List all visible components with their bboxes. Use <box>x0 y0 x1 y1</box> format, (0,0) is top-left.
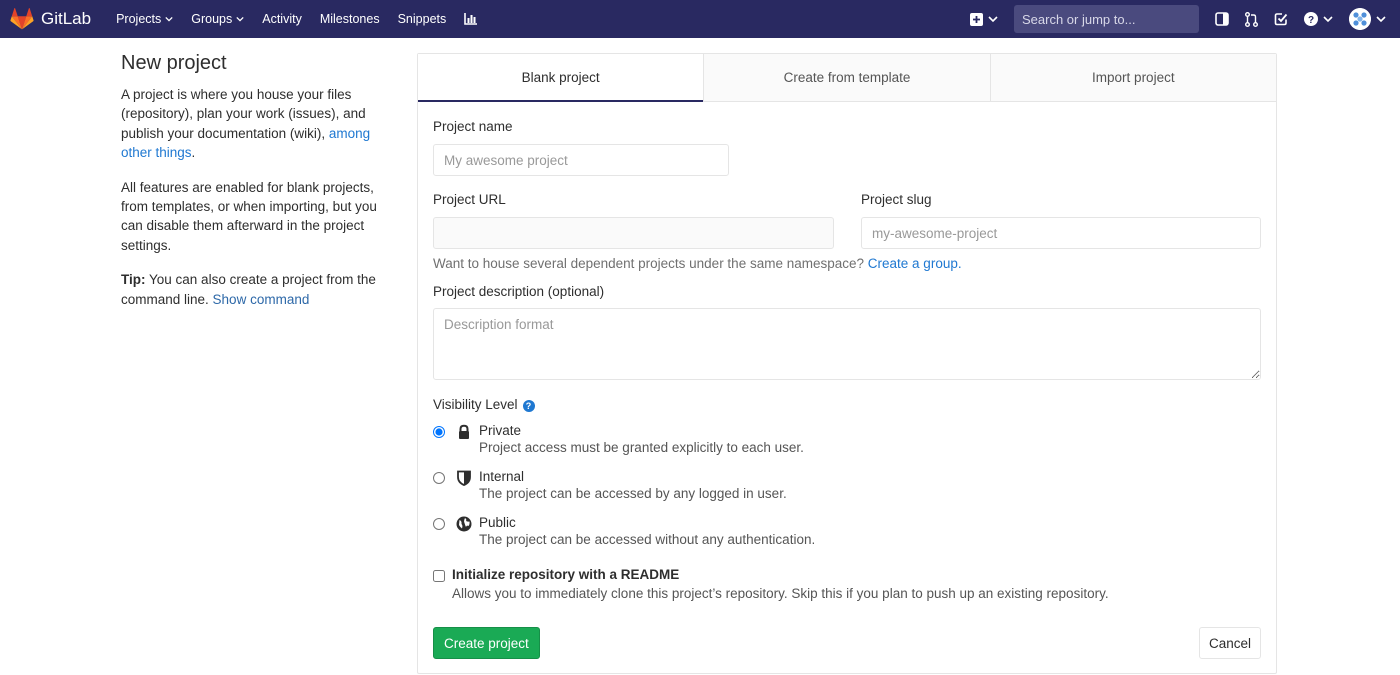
visibility-option-public: Public The project can be accessed witho… <box>433 515 1133 551</box>
visibility-label-text: Visibility Level <box>433 397 518 412</box>
readme-title: Initialize repository with a README <box>452 567 680 582</box>
namespace-help: Want to house several dependent projects… <box>433 256 962 271</box>
description-label: Project description (optional) <box>433 284 605 299</box>
sidebar-toggle[interactable] <box>1207 0 1237 38</box>
svg-text:?: ? <box>1308 15 1314 26</box>
lock-icon <box>459 424 469 439</box>
readme-desc: Allows you to immediately clone this pro… <box>452 586 1109 601</box>
project-slug-label: Project slug <box>861 192 932 207</box>
visibility-desc-private: Project access must be granted explicitl… <box>479 440 804 455</box>
nav-snippets[interactable]: Snippets <box>389 0 456 38</box>
project-tabs: Blank project Create from template Impor… <box>418 54 1276 102</box>
visibility-radio-public[interactable] <box>433 518 445 530</box>
nav-analytics[interactable] <box>455 0 486 38</box>
namespace-help-text: Want to house several dependent projects… <box>433 256 868 271</box>
show-command-link[interactable]: Show command <box>213 292 310 307</box>
top-navbar: GitLab Projects Groups Activity Mileston… <box>0 0 1400 38</box>
intro-tip: Tip: You can also create a project from … <box>121 270 381 309</box>
chart-icon <box>464 13 478 25</box>
intro-paragraph-1: A project is where you house your files … <box>121 85 381 163</box>
nav-projects[interactable]: Projects <box>107 0 182 38</box>
project-url-input[interactable] <box>433 217 834 249</box>
nav-groups[interactable]: Groups <box>182 0 253 38</box>
nav-activity[interactable]: Activity <box>253 0 311 38</box>
sidebar-toggle-icon <box>1215 12 1229 26</box>
nav-links: Projects Groups Activity Milestones Snip… <box>107 0 486 38</box>
todos-link[interactable] <box>1266 0 1296 38</box>
project-url-label: Project URL <box>433 192 506 207</box>
tab-blank-project[interactable]: Blank project <box>418 54 704 102</box>
tab-import-project[interactable]: Import project <box>989 54 1276 101</box>
todo-check-icon <box>1274 13 1288 26</box>
gitlab-logo-icon <box>10 8 34 30</box>
project-slug-input[interactable] <box>861 217 1261 249</box>
create-project-button[interactable]: Create project <box>433 627 540 659</box>
chevron-down-icon <box>1376 16 1386 23</box>
visibility-desc-internal: The project can be accessed by any logge… <box>479 486 787 501</box>
visibility-radio-internal[interactable] <box>433 472 445 484</box>
plus-square-icon <box>970 12 983 26</box>
chevron-down-icon <box>236 16 244 22</box>
project-name-label: Project name <box>433 119 513 134</box>
question-circle-icon[interactable]: ? <box>522 400 535 412</box>
visibility-title-private: Private <box>479 423 522 438</box>
page-title: New project <box>121 52 227 74</box>
intro-paragraph-2: All features are enabled for blank proje… <box>121 179 377 253</box>
cancel-button[interactable]: Cancel <box>1198 627 1261 659</box>
tab-create-from-template[interactable]: Create from template <box>703 54 989 101</box>
nav-projects-label: Projects <box>116 12 162 26</box>
nav-milestones[interactable]: Milestones <box>311 0 389 38</box>
nav-milestones-label: Milestones <box>319 12 380 26</box>
readme-option: Initialize repository with a README Allo… <box>433 567 1233 605</box>
help-dropdown[interactable]: ? <box>1296 0 1341 38</box>
chevron-down-icon <box>165 16 173 22</box>
shield-icon <box>457 470 471 486</box>
visibility-option-private: Private Project access must be granted e… <box>433 423 1133 459</box>
nav-activity-label: Activity <box>262 12 302 26</box>
visibility-desc-public: The project can be accessed without any … <box>479 532 816 547</box>
nav-right: ? <box>962 0 1400 38</box>
tip-label: Tip: <box>121 272 146 288</box>
chevron-down-icon <box>1323 16 1333 23</box>
user-avatar <box>1349 8 1371 30</box>
nav-groups-label: Groups <box>191 12 233 26</box>
brand-name: GitLab <box>41 9 92 28</box>
help-circle-icon: ? <box>1304 12 1318 26</box>
globe-icon <box>456 516 472 532</box>
intro-p1-end: . <box>191 145 196 161</box>
user-dropdown[interactable] <box>1341 0 1400 38</box>
merge-request-icon <box>1245 11 1258 27</box>
new-project-panel: Blank project Create from template Impor… <box>417 53 1277 674</box>
visibility-title-public: Public <box>479 515 516 530</box>
new-dropdown[interactable] <box>962 0 1006 38</box>
merge-requests-link[interactable] <box>1237 0 1266 38</box>
readme-checkbox[interactable] <box>433 570 445 582</box>
chevron-down-icon <box>988 16 998 23</box>
gitlab-home-link[interactable]: GitLab <box>10 8 91 30</box>
create-group-link[interactable]: Create a group. <box>868 256 962 271</box>
search-box <box>1014 5 1199 33</box>
visibility-label: Visibility Level? <box>433 397 535 412</box>
search-input[interactable] <box>1022 11 1198 27</box>
visibility-option-internal: Internal The project can be accessed by … <box>433 469 1133 505</box>
nav-snippets-label: Snippets <box>397 12 447 26</box>
new-project-intro: New project A project is where you house… <box>121 52 381 324</box>
project-name-input[interactable] <box>433 144 729 176</box>
visibility-radio-private[interactable] <box>433 426 445 438</box>
visibility-title-internal: Internal <box>479 469 525 484</box>
description-textarea[interactable] <box>433 308 1261 380</box>
